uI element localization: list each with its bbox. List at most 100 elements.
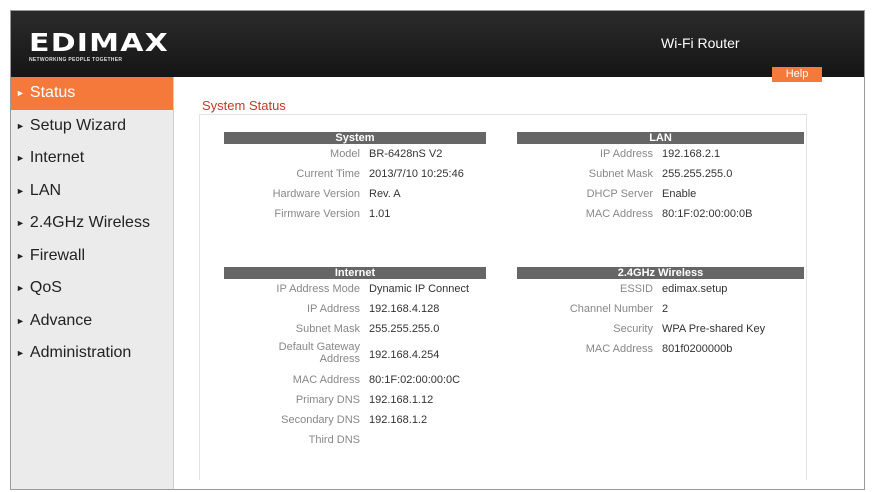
sidebar-item-status[interactable]: ► Status xyxy=(11,77,173,110)
edimax-logo: EDIMAX NETWORKING PEOPLE TOGETHER xyxy=(29,30,168,63)
row-label: Subnet Mask xyxy=(295,323,360,335)
row-label: MAC Address xyxy=(292,374,360,386)
logo-wordmark: EDIMAX xyxy=(29,28,169,57)
info-row-primary-dns: Primary DNS 192.168.1.12 xyxy=(224,390,486,410)
sidebar-item-setup-wizard[interactable]: ► Setup Wizard xyxy=(11,110,173,143)
info-row-lan-mac: MAC Address 80:1F:02:00:00:0B xyxy=(517,204,804,224)
info-row-wan-ip: IP Address 192.168.4.128 xyxy=(224,299,486,319)
sidebar-item-qos[interactable]: ► QoS xyxy=(11,272,173,305)
row-label: Firmware Version xyxy=(274,208,360,220)
info-row-lan-subnet: Subnet Mask 255.255.255.0 xyxy=(517,164,804,184)
row-label: Subnet Mask xyxy=(588,168,653,180)
internet-section: Internet IP Address Mode Dynamic IP Conn… xyxy=(224,267,486,450)
row-label: IP Address xyxy=(307,303,360,315)
info-row-security: Security WPA Pre-shared Key xyxy=(517,319,804,339)
lan-section: LAN IP Address 192.168.2.1 Subnet Mask 2… xyxy=(517,132,804,224)
row-label: Third DNS xyxy=(308,434,360,446)
row-value: 2 xyxy=(662,303,669,315)
lan-section-header: LAN xyxy=(517,132,804,144)
row-value: 192.168.2.1 xyxy=(662,148,721,160)
help-button[interactable]: Help xyxy=(772,67,822,82)
row-value: 80:1F:02:00:00:0B xyxy=(662,208,753,220)
row-value: 255.255.255.0 xyxy=(662,168,733,180)
row-label: DHCP Server xyxy=(586,188,653,200)
row-label: Channel Number xyxy=(569,303,653,315)
sidebar-item-label: Internet xyxy=(29,149,85,166)
wireless-section-header: 2.4GHz Wireless xyxy=(517,267,804,279)
row-value: 192.168.1.2 xyxy=(369,414,428,426)
row-value: 192.168.4.128 xyxy=(369,303,440,315)
row-value: 2013/7/10 10:25:46 xyxy=(369,168,464,180)
row-label: IP Address xyxy=(600,148,653,160)
row-value: Dynamic IP Connect xyxy=(369,283,470,295)
triangle-right-icon: ► xyxy=(16,120,25,131)
info-row-wireless-mac: MAC Address 801f0200000b xyxy=(517,339,804,359)
info-row-wan-subnet: Subnet Mask 255.255.255.0 xyxy=(224,319,486,339)
row-value: edimax.setup xyxy=(662,283,728,295)
sidebar-item-advance[interactable]: ► Advance xyxy=(11,305,173,338)
sidebar-item-firewall[interactable]: ► Firewall xyxy=(11,240,173,273)
wireless-section: 2.4GHz Wireless ESSID edimax.setup Chann… xyxy=(517,267,804,359)
row-value: 801f0200000b xyxy=(662,343,733,355)
info-row-secondary-dns: Secondary DNS 192.168.1.2 xyxy=(224,410,486,430)
product-name: Wi-Fi Router xyxy=(661,35,740,51)
row-label: Security xyxy=(613,323,653,335)
row-label: Secondary DNS xyxy=(281,414,360,426)
row-value: BR-6428nS V2 xyxy=(369,148,443,160)
info-row-dhcp-server: DHCP Server Enable xyxy=(517,184,804,204)
row-value: 1.01 xyxy=(369,208,391,220)
info-row-channel-number: Channel Number 2 xyxy=(517,299,804,319)
triangle-right-icon: ► xyxy=(16,315,25,326)
sidebar-item-label: Status xyxy=(29,84,76,101)
triangle-right-icon: ► xyxy=(16,153,25,163)
info-row-essid: ESSID edimax.setup xyxy=(517,279,804,299)
row-label: Hardware Version xyxy=(272,188,360,200)
logo-tagline: NETWORKING PEOPLE TOGETHER xyxy=(29,57,123,63)
triangle-right-icon: ► xyxy=(16,283,25,293)
sidebar-item-administration[interactable]: ► Administration xyxy=(11,337,173,370)
row-label: MAC Address xyxy=(585,208,653,220)
row-value: 80:1F:02:00:00:0C xyxy=(369,374,461,386)
info-row-hardware-version: Hardware Version Rev. A xyxy=(224,184,486,204)
row-value: WPA Pre-shared Key xyxy=(662,323,766,335)
row-value: 192.168.1.12 xyxy=(369,394,434,406)
sidebar-item-label: Administration xyxy=(29,344,132,361)
system-section-header: System xyxy=(224,132,486,144)
row-label: Default Gateway Address xyxy=(278,341,360,365)
row-label: IP Address Mode xyxy=(276,283,360,295)
info-row-default-gateway: Default Gateway Address 192.168.4.254 xyxy=(224,339,486,370)
sidebar-nav: ► Status ► Setup Wizard ► Internet ► LAN ► 2.… xyxy=(11,77,174,489)
sidebar-item-label: Firewall xyxy=(29,246,86,264)
info-row-ip-mode: IP Address Mode Dynamic IP Connect xyxy=(224,279,486,299)
info-row-wan-mac: MAC Address 80:1F:02:00:00:0C xyxy=(224,370,486,390)
sidebar-item-label: 2.4GHz Wireless xyxy=(29,214,150,231)
system-section: System Model BR-6428nS V2 Current Time 2… xyxy=(224,132,486,224)
triangle-right-icon: ► xyxy=(16,185,25,196)
sidebar-item-wireless[interactable]: ► 2.4GHz Wireless xyxy=(11,207,173,240)
triangle-right-icon: ► xyxy=(16,88,25,98)
row-label: MAC Address xyxy=(585,343,653,355)
info-row-third-dns: Third DNS xyxy=(224,430,486,450)
info-row-current-time: Current Time 2013/7/10 10:25:46 xyxy=(224,164,486,184)
internet-section-header: Internet xyxy=(224,267,486,279)
info-row-firmware-version: Firmware Version 1.01 xyxy=(224,204,486,224)
sidebar-item-lan[interactable]: ► LAN xyxy=(11,175,173,208)
row-value: 255.255.255.0 xyxy=(369,323,440,335)
row-value: Enable xyxy=(662,188,697,200)
sidebar-item-label: Advance xyxy=(29,311,93,329)
triangle-right-icon: ► xyxy=(16,250,25,261)
sidebar-item-internet[interactable]: ► Internet xyxy=(11,142,173,175)
info-row-lan-ip: IP Address 192.168.2.1 xyxy=(517,144,804,164)
row-label: ESSID xyxy=(619,283,653,295)
row-label: Model xyxy=(330,148,360,160)
sidebar-item-label: Setup Wizard xyxy=(29,116,126,134)
page-title: System Status xyxy=(202,98,286,113)
triangle-right-icon: ► xyxy=(16,348,25,358)
triangle-right-icon: ► xyxy=(16,218,25,228)
row-label: Current Time xyxy=(296,168,360,180)
top-header: EDIMAX NETWORKING PEOPLE TOGETHER Wi-Fi … xyxy=(11,11,864,77)
info-row-model: Model BR-6428nS V2 xyxy=(224,144,486,164)
row-value: 192.168.4.254 xyxy=(369,349,440,361)
row-value: Rev. A xyxy=(369,188,401,200)
row-label: Primary DNS xyxy=(295,394,360,406)
